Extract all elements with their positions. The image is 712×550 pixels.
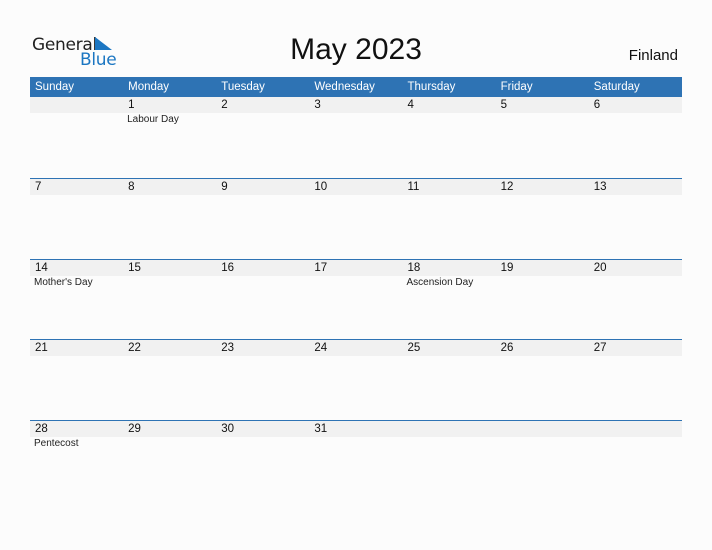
day-number: 8 <box>128 181 135 193</box>
week-row: 14 Mother's Day 15 16 17 18 Ascension Day 19 20 <box>30 258 682 340</box>
day-number: 1 <box>128 99 135 111</box>
day-number: 26 <box>500 342 514 354</box>
day-cell: 2 <box>216 97 309 127</box>
day-number: 14 <box>35 261 48 274</box>
week-row: 7 8 9 10 11 12 13 <box>30 178 682 259</box>
day-cell: 19 <box>496 260 589 290</box>
day-cell: 28 Pentecost <box>30 421 123 451</box>
day-cell: 21 <box>30 340 123 356</box>
holiday-label: Labour Day <box>127 114 179 125</box>
day-number: 21 <box>35 342 48 354</box>
day-cell: 26 <box>496 340 589 356</box>
day-cell: 17 <box>309 260 402 290</box>
day-cell: 3 <box>309 97 402 127</box>
day-cell: 27 <box>589 340 682 356</box>
day-number: 18 <box>407 261 421 274</box>
day-cell: 29 <box>123 421 216 451</box>
day-cell: 20 <box>589 260 682 290</box>
day-cell: 10 <box>309 179 402 195</box>
day-cell: 25 <box>403 340 496 356</box>
day-number <box>35 97 123 113</box>
day-cell: 31 <box>309 421 402 451</box>
day-number: 5 <box>500 99 508 111</box>
day-number: 22 <box>128 342 141 354</box>
day-number: 2 <box>221 99 228 111</box>
day-number: 30 <box>221 422 235 435</box>
day-number: 31 <box>314 422 328 435</box>
day-number: 13 <box>593 181 607 193</box>
weekday-monday: Monday <box>128 81 170 93</box>
weekday-saturday: Saturday <box>593 81 640 93</box>
day-number <box>594 421 682 437</box>
day-cell: 14 Mother's Day <box>30 260 123 290</box>
day-cell <box>403 421 496 451</box>
weekday-friday: Friday <box>500 81 533 93</box>
day-number: 27 <box>593 342 607 354</box>
day-number: 16 <box>221 261 235 274</box>
day-cell: 8 <box>123 179 216 195</box>
day-cell: 12 <box>496 179 589 195</box>
day-number: 9 <box>221 181 228 193</box>
day-number: 24 <box>314 342 328 354</box>
day-cell: 16 <box>216 260 309 290</box>
day-number: 29 <box>128 422 141 435</box>
day-cell: 7 <box>30 179 123 195</box>
day-number: 19 <box>500 261 514 274</box>
day-cell: 30 <box>216 421 309 451</box>
day-cell: 23 <box>216 340 309 356</box>
day-number: 15 <box>128 261 141 274</box>
day-number: 17 <box>314 261 328 274</box>
day-number: 4 <box>407 99 414 111</box>
day-cell: 1 Labour Day <box>123 97 216 127</box>
day-number <box>408 421 496 437</box>
day-cell: 9 <box>216 179 309 195</box>
week-row: 28 Pentecost 29 30 31 <box>30 419 682 501</box>
calendar-grid: Sunday Monday Tuesday Wednesday Thursday Frid… <box>30 77 682 500</box>
day-cell: 24 <box>309 340 402 356</box>
day-number: 10 <box>314 181 328 193</box>
day-cell <box>496 421 589 451</box>
day-cell: 4 <box>403 97 496 127</box>
week-row: 21 22 23 24 25 26 27 <box>30 339 682 420</box>
holiday-label: Pentecost <box>34 437 79 449</box>
day-number: 3 <box>314 99 321 111</box>
day-cell: 22 <box>123 340 216 356</box>
day-number: 7 <box>35 181 42 193</box>
day-number: 28 <box>35 422 48 435</box>
holiday-label: Ascension Day <box>406 276 474 288</box>
weekday-thursday: Thursday <box>407 81 456 93</box>
day-cell: 5 <box>496 97 589 127</box>
day-number: 12 <box>500 181 514 193</box>
day-cell: 6 <box>589 97 682 127</box>
day-cell: 13 <box>589 179 682 195</box>
week-row: 1 Labour Day 2 3 4 5 6 <box>30 97 682 178</box>
day-number: 25 <box>407 342 421 354</box>
day-number: 23 <box>221 342 235 354</box>
weekday-sunday: Sunday <box>35 81 75 93</box>
day-cell <box>30 97 123 127</box>
calendar-title: May 2023 <box>290 33 422 66</box>
weekday-tuesday: Tuesday <box>221 81 265 93</box>
day-number: 20 <box>593 261 607 274</box>
weekday-header: Sunday Monday Tuesday Wednesday Thursday Frid… <box>30 77 682 97</box>
day-cell: 18 Ascension Day <box>403 260 496 290</box>
day-number: 11 <box>407 181 420 193</box>
holiday-label: Mother's Day <box>34 276 93 288</box>
day-cell: 15 <box>123 260 216 290</box>
weekday-wednesday: Wednesday <box>314 81 375 93</box>
country-label: Finland <box>628 47 678 64</box>
day-number: 6 <box>593 99 601 111</box>
day-cell: 11 <box>403 179 496 195</box>
day-cell <box>589 421 682 451</box>
day-number <box>501 421 589 437</box>
